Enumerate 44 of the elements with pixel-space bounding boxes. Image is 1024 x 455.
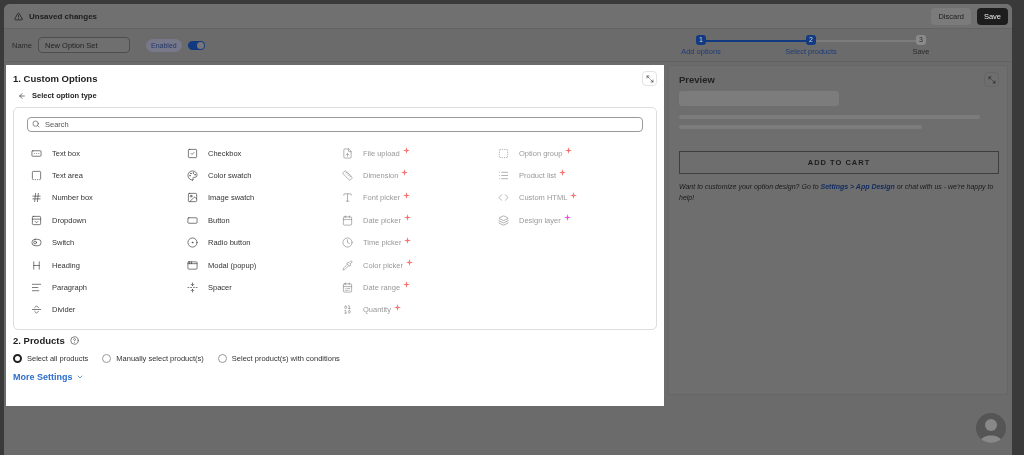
window-icon [187, 259, 198, 271]
toggle-icon [31, 237, 42, 249]
section-title: 1. Custom Options [13, 73, 98, 84]
code-icon [498, 192, 509, 204]
selection-box-icon [498, 147, 509, 159]
image-icon [187, 192, 198, 204]
chevron-down-icon [75, 373, 84, 381]
expand-button[interactable] [984, 72, 999, 87]
radio-icon[interactable] [102, 354, 112, 363]
text-field-icon [31, 147, 42, 159]
file-upload-icon [342, 147, 353, 159]
pipette-icon [342, 259, 353, 271]
ruler-icon [342, 170, 353, 182]
calendar-range-icon [342, 282, 353, 294]
layers-icon [498, 214, 509, 226]
search-icon [32, 120, 40, 128]
radio-icon [187, 237, 198, 249]
paragraph-lines-icon [31, 282, 42, 294]
radio-icon[interactable] [13, 354, 22, 363]
warning-icon [14, 11, 23, 21]
checkbox-icon [187, 147, 198, 159]
help-icon[interactable] [69, 336, 79, 345]
section-title: 2. Products [13, 335, 65, 346]
back-arrow-icon[interactable] [18, 91, 26, 100]
heading-icon [31, 259, 42, 271]
more-settings-link[interactable]: More Settings [13, 372, 84, 382]
hash-icon [31, 192, 42, 204]
preview-title: Preview [679, 74, 715, 85]
calendar-icon [342, 214, 353, 226]
unsaved-changes-title: Unsaved changes [29, 11, 99, 21]
rectangle-icon [187, 214, 198, 226]
enabled-toggle[interactable] [187, 40, 205, 50]
expand-icon [645, 74, 654, 83]
radio-icon[interactable] [217, 354, 227, 363]
panel-icon [31, 214, 42, 226]
divider-icon [31, 304, 42, 316]
type-icon [342, 192, 353, 204]
palette-icon [187, 170, 198, 182]
expand-icon [987, 75, 996, 84]
binary-icon [342, 304, 353, 316]
square-icon [31, 170, 42, 182]
list-icon [498, 170, 509, 182]
clock-icon [342, 237, 353, 249]
spacer-icon [187, 282, 198, 294]
